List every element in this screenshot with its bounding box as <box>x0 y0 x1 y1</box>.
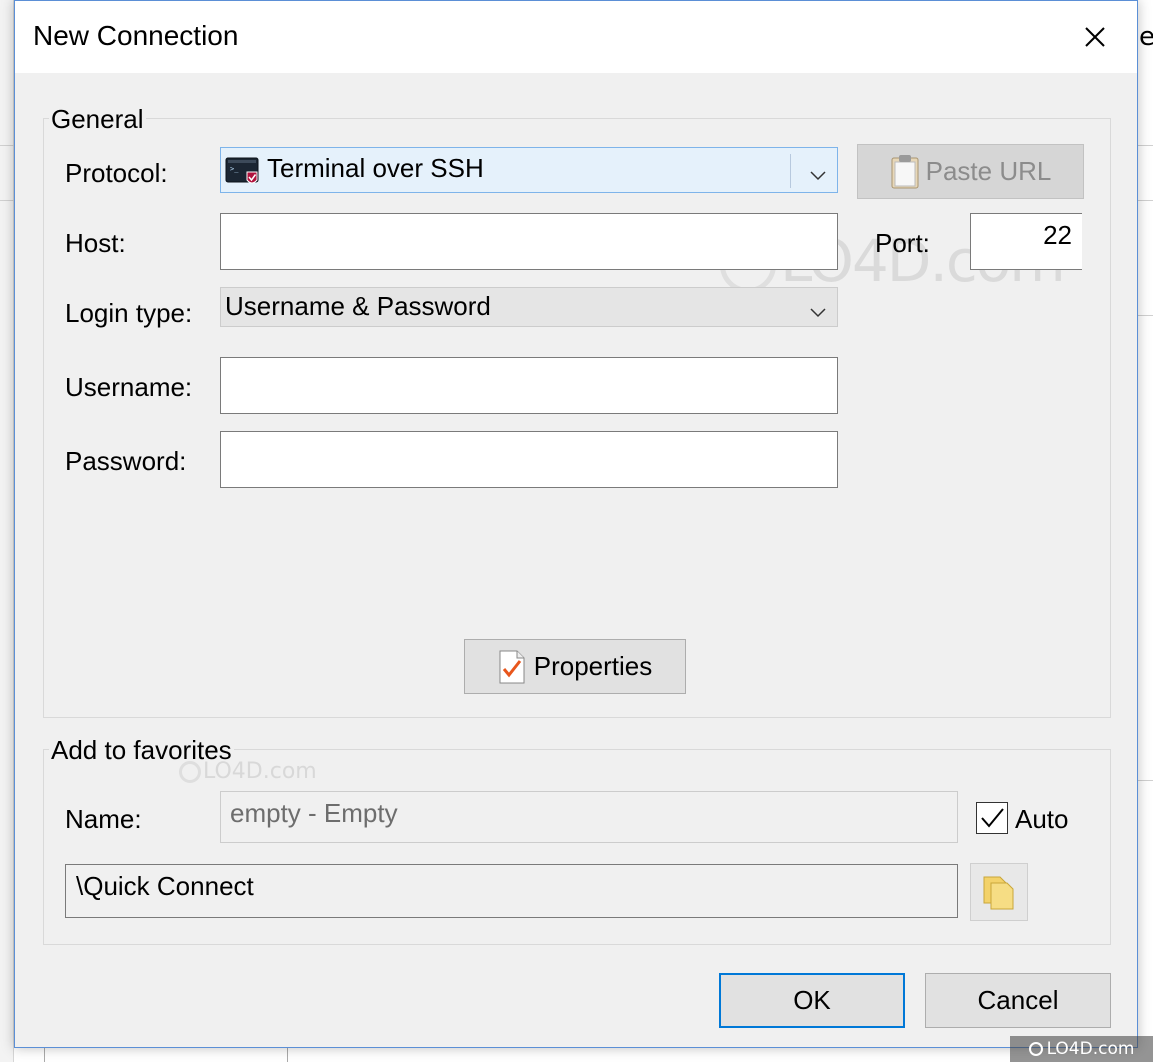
corner-watermark: LO4D.com <box>1010 1036 1153 1062</box>
protocol-label: Protocol: <box>65 158 168 188</box>
title-bar: New Connection <box>15 1 1137 73</box>
host-input[interactable] <box>220 213 838 270</box>
close-icon <box>1085 27 1105 47</box>
new-connection-dialog: New Connection General LO4D.com Protocol… <box>14 0 1138 1048</box>
general-group <box>43 118 1111 718</box>
background-divider <box>1138 780 1153 781</box>
cancel-label: Cancel <box>977 985 1059 1015</box>
checklist-icon <box>498 650 526 684</box>
browse-folder-button[interactable] <box>970 863 1028 921</box>
auto-checkbox[interactable] <box>976 802 1008 834</box>
terminal-ssh-icon: >_ <box>225 157 259 185</box>
favorite-name-value: empty - Empty <box>230 798 398 828</box>
dialog-title: New Connection <box>33 20 239 51</box>
auto-label[interactable]: Auto <box>1015 804 1069 835</box>
background-divider <box>0 145 14 146</box>
name-label: Name: <box>65 804 142 834</box>
background-divider <box>0 200 14 201</box>
login-type-dropdown[interactable]: Username & Password <box>220 287 838 327</box>
protocol-value: Terminal over SSH <box>267 153 484 183</box>
port-input[interactable]: 22 <box>970 213 1082 270</box>
folder-icon <box>982 873 1016 911</box>
favorite-folder-value: \Quick Connect <box>76 871 254 901</box>
background-divider <box>1138 200 1153 201</box>
login-type-label: Login type: <box>65 298 193 328</box>
username-input[interactable] <box>220 357 838 414</box>
cancel-button[interactable]: Cancel <box>925 973 1111 1028</box>
watermark-logo-icon <box>1028 1042 1043 1056</box>
favorite-name-input[interactable]: empty - Empty <box>220 791 958 843</box>
properties-label: Properties <box>533 651 653 681</box>
corner-watermark-text: LO4D.com <box>1046 1039 1135 1059</box>
properties-button[interactable]: Properties <box>464 639 686 694</box>
background-divider <box>1138 315 1153 316</box>
dropdown-separator <box>790 154 791 188</box>
login-type-value: Username & Password <box>225 291 491 321</box>
general-group-label: General <box>49 104 146 135</box>
paste-url-label: Paste URL <box>925 156 1052 186</box>
clipboard-icon <box>890 154 920 190</box>
favorite-folder-input[interactable]: \Quick Connect <box>65 864 958 918</box>
svg-text:>_: >_ <box>230 165 239 173</box>
protocol-dropdown[interactable]: >_ Terminal over SSH <box>220 147 838 193</box>
password-label: Password: <box>65 446 187 476</box>
port-value: 22 <box>1043 220 1072 250</box>
ok-label: OK <box>793 985 831 1015</box>
favorites-group-label: Add to favorites <box>49 735 234 766</box>
host-label: Host: <box>65 228 126 258</box>
chevron-down-icon <box>809 160 827 191</box>
checkmark-icon <box>981 808 1004 828</box>
background-divider <box>1138 145 1153 146</box>
port-label: Port: <box>875 228 930 258</box>
ok-button[interactable]: OK <box>719 973 905 1028</box>
background-left-panel <box>0 0 14 1062</box>
chevron-down-icon <box>809 297 827 328</box>
paste-url-button[interactable]: Paste URL <box>857 144 1084 199</box>
close-button[interactable] <box>1069 11 1121 63</box>
username-label: Username: <box>65 372 193 402</box>
background-text-fragment: er <box>1139 22 1153 52</box>
password-input[interactable] <box>220 431 838 488</box>
